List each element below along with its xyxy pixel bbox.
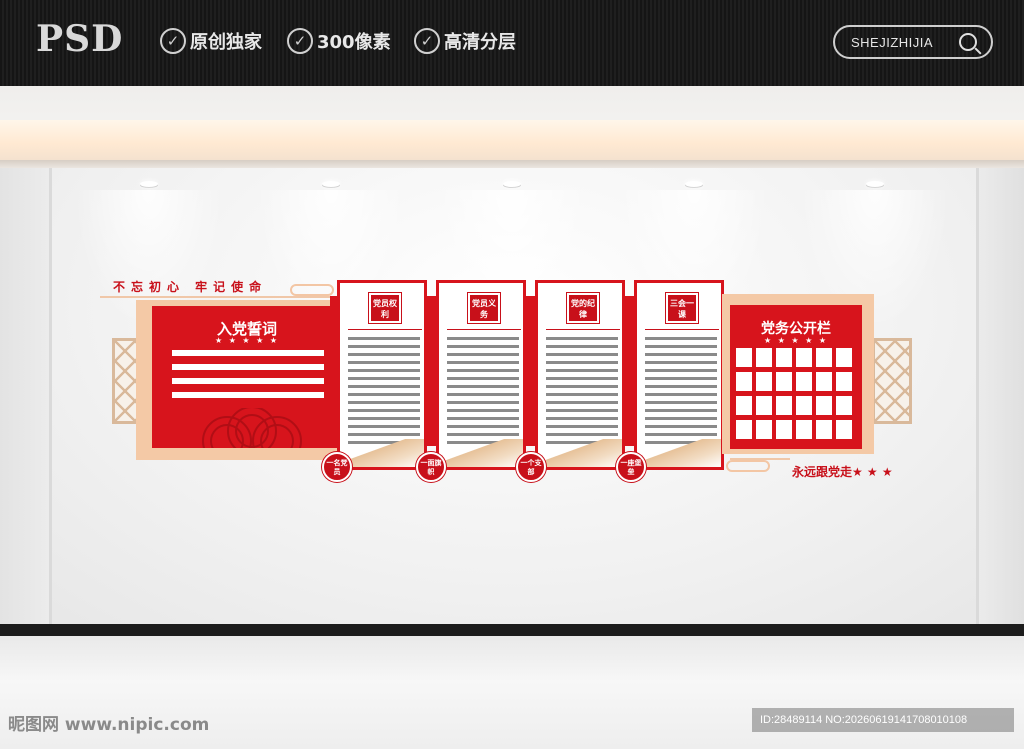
wave-pattern [192,408,312,448]
feature-label: 300像素 [317,32,391,53]
circle-badge: 一个支部 [516,452,546,482]
mountain-image [637,439,721,467]
slogan: 不忘初心 牢记使命 [113,280,268,294]
oath-text-line [172,350,324,356]
panel-party-discipline: 党的纪律 [535,280,625,470]
panel-badge: 党的纪律 [566,292,600,324]
feature-resolution: ✓ 300像素 [287,28,391,54]
wall-edge-left [0,168,52,638]
spotlight [140,181,158,187]
magnifier-icon[interactable] [959,33,977,51]
mountain-image [340,439,424,467]
circle-badge: 一名党员 [322,452,352,482]
ceiling-edge [0,160,1024,168]
check-circle-icon: ✓ [287,28,313,54]
oath-stars: ★ ★ ★ ★ ★ [214,336,280,345]
spotlight [866,181,884,187]
spotlight [685,181,703,187]
feature-label: 原创独家 [190,32,262,53]
panel-badge: 三会一课 [665,292,699,324]
circle-badge: 一座堡垒 [616,452,646,482]
check-circle-icon: ✓ [414,28,440,54]
circle-badge: 一面旗帜 [416,452,446,482]
affairs-title: 党务公开栏 [761,321,831,337]
check-circle-icon: ✓ [160,28,186,54]
oath-text-line [172,364,324,370]
spotlight [503,181,521,187]
panel-badge: 党员义务 [467,292,501,324]
search-box[interactable]: SHEJIZHIJIA [833,25,993,59]
top-banner: PSD ✓ 原创独家 ✓ 300像素 ✓ 高清分层 SHEJIZHIJIA [0,0,1024,86]
psd-logo: PSD [36,18,124,60]
slogan-underline [100,296,330,298]
search-text: SHEJIZHIJIA [851,34,934,50]
mountain-image [538,439,622,467]
panel-member-rights: 党员权利 [337,280,427,470]
badge-line [645,329,719,330]
spotlight [322,181,340,187]
oath-text-line [172,392,324,398]
lattice-ornament-right [872,338,912,424]
badge-line [348,329,422,330]
panel-text [645,337,717,449]
feature-label: 高清分层 [444,32,516,53]
panel-text [546,337,618,449]
image-id-bar: ID:28489114 NO:20260619141708010108 [752,708,1014,732]
affairs-stars: ★ ★ ★ ★ ★ [763,336,829,345]
site-watermark: 昵图网 www.nipic.com [8,715,210,735]
panel-text [348,337,420,449]
panel-badge: 党员权利 [368,292,402,324]
baseboard [0,624,1024,636]
oath-text-line [172,378,324,384]
feature-layered: ✓ 高清分层 [414,28,516,54]
panel-three-meetings: 三会一课 [634,280,724,470]
mountain-image [439,439,523,467]
photo-grid [736,348,852,439]
follow-underline [730,458,790,460]
follow-slogan: 永远跟党走★ ★ ★ [792,465,893,479]
feature-original: ✓ 原创独家 [160,28,262,54]
cloud-ornament [726,460,770,472]
badge-line [447,329,521,330]
cloud-ornament [290,284,334,296]
ceiling-cove-light [0,120,1024,160]
badge-line [546,329,620,330]
panel-text [447,337,519,449]
wall-edge-right [976,168,1024,638]
panel-member-duties: 党员义务 [436,280,526,470]
